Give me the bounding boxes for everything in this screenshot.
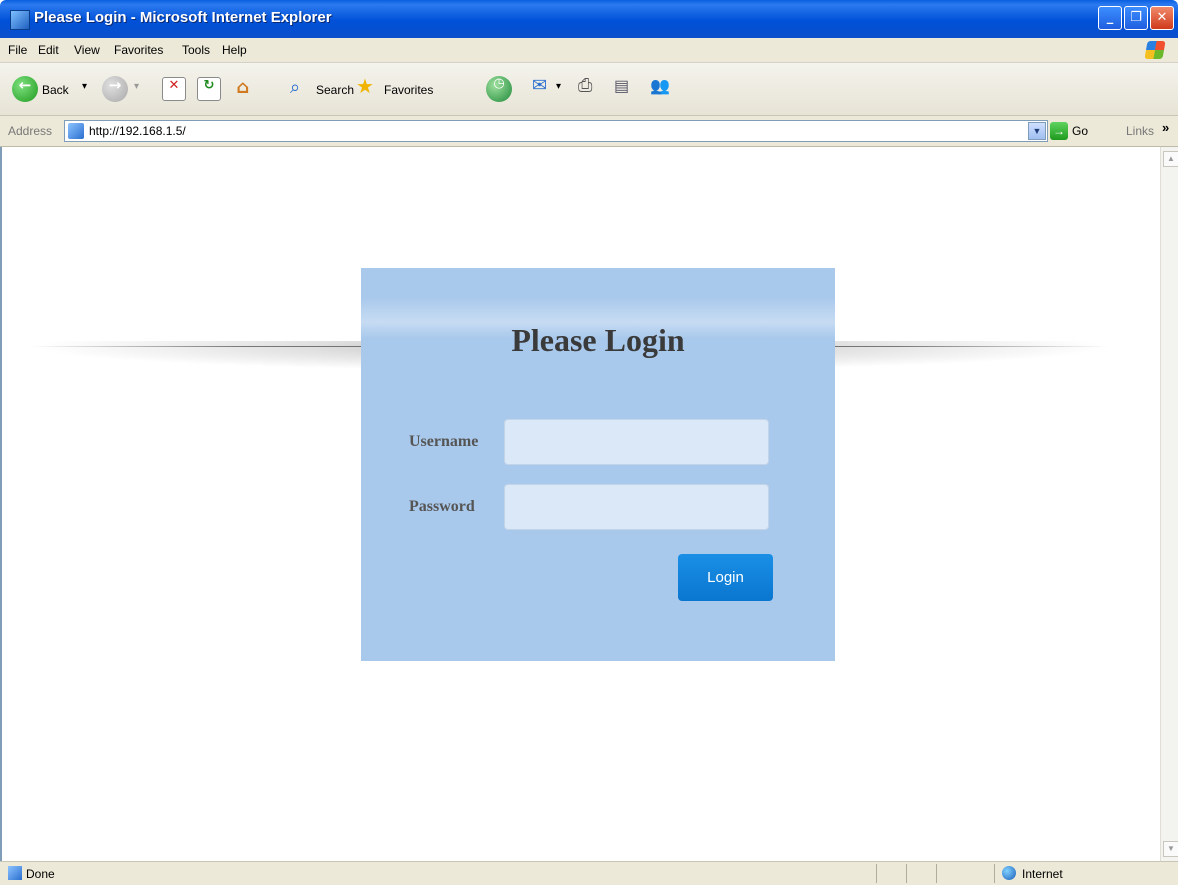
status-bar: Done Internet	[0, 861, 1178, 885]
menu-view[interactable]: View	[74, 43, 100, 57]
favorites-button-label[interactable]: Favorites	[384, 83, 433, 97]
mail-dropdown-icon[interactable]: ▾	[556, 81, 561, 92]
search-button-label[interactable]: Search	[316, 83, 354, 97]
address-label: Address	[8, 124, 53, 138]
page-icon	[68, 123, 84, 139]
back-dropdown-icon[interactable]: ▾	[82, 81, 87, 92]
links-chevron-icon[interactable]: »	[1162, 120, 1169, 135]
vertical-scrollbar[interactable]: ▲ ▼	[1160, 147, 1178, 861]
security-zone: Internet	[1022, 867, 1063, 881]
close-button[interactable]: ✕	[1150, 6, 1174, 30]
address-bar: Address http://192.168.1.5/ ▼ → Go Links…	[0, 116, 1178, 147]
favorites-star-icon[interactable]: ★	[356, 74, 374, 99]
go-button[interactable]: Go	[1072, 124, 1088, 138]
scroll-down-icon[interactable]: ▼	[1163, 841, 1178, 857]
forward-arrow-icon[interactable]: →	[102, 76, 128, 102]
password-input[interactable]	[504, 484, 769, 530]
username-input[interactable]	[504, 419, 769, 465]
address-url[interactable]: http://192.168.1.5/	[89, 124, 186, 138]
status-text: Done	[26, 867, 55, 881]
status-separator	[936, 864, 937, 883]
status-separator	[876, 864, 877, 883]
back-button-label[interactable]: Back	[42, 83, 69, 97]
login-panel: Please Login Username Password Login	[361, 268, 835, 661]
address-dropdown-icon[interactable]: ▼	[1028, 122, 1046, 140]
links-label[interactable]: Links	[1126, 124, 1154, 138]
login-button[interactable]: Login	[678, 554, 773, 601]
title-bar: Please Login - Microsoft Internet Explor…	[0, 0, 1178, 38]
ie-window-icon[interactable]	[10, 10, 30, 30]
password-label: Password	[409, 498, 475, 515]
print-icon[interactable]: ⎙	[578, 75, 592, 96]
home-icon[interactable]: ⌂	[232, 77, 254, 99]
window-title: Please Login - Microsoft Internet Explor…	[34, 9, 332, 26]
search-icon[interactable]: ⌕	[290, 77, 300, 98]
internet-zone-icon	[1002, 866, 1016, 880]
menu-bar: File Edit View Favorites Tools Help	[0, 38, 1178, 63]
forward-dropdown-icon[interactable]: ▾	[134, 81, 139, 92]
windows-logo-icon	[1144, 41, 1166, 59]
back-arrow-icon[interactable]: ←	[12, 76, 38, 102]
menu-tools[interactable]: Tools	[182, 43, 210, 57]
menu-file[interactable]: File	[8, 43, 27, 57]
address-field[interactable]: http://192.168.1.5/ ▼	[64, 120, 1048, 142]
go-arrow-icon[interactable]: →	[1050, 122, 1068, 140]
login-title: Please Login	[511, 322, 685, 358]
standard-toolbar: ← Back ▾ → ▾ ✕ ↻ ⌂ ⌕ Search ★ Favorites …	[0, 63, 1178, 116]
stop-icon[interactable]: ✕	[162, 77, 186, 101]
edit-page-icon[interactable]: ▤	[614, 76, 629, 96]
restore-button[interactable]: ❐	[1124, 6, 1148, 30]
minimize-button[interactable]: _	[1098, 6, 1122, 30]
username-label: Username	[409, 433, 479, 450]
history-icon[interactable]: ◷	[486, 76, 512, 102]
status-separator	[906, 864, 907, 883]
status-separator	[994, 864, 995, 883]
menu-edit[interactable]: Edit	[38, 43, 59, 57]
menu-favorites[interactable]: Favorites	[114, 43, 163, 57]
page-done-icon	[8, 866, 22, 880]
mail-icon[interactable]: ✉	[532, 75, 547, 96]
messenger-icon[interactable]: 👥	[650, 76, 670, 96]
scroll-up-icon[interactable]: ▲	[1163, 151, 1178, 167]
refresh-icon[interactable]: ↻	[197, 77, 221, 101]
menu-help[interactable]: Help	[222, 43, 247, 57]
